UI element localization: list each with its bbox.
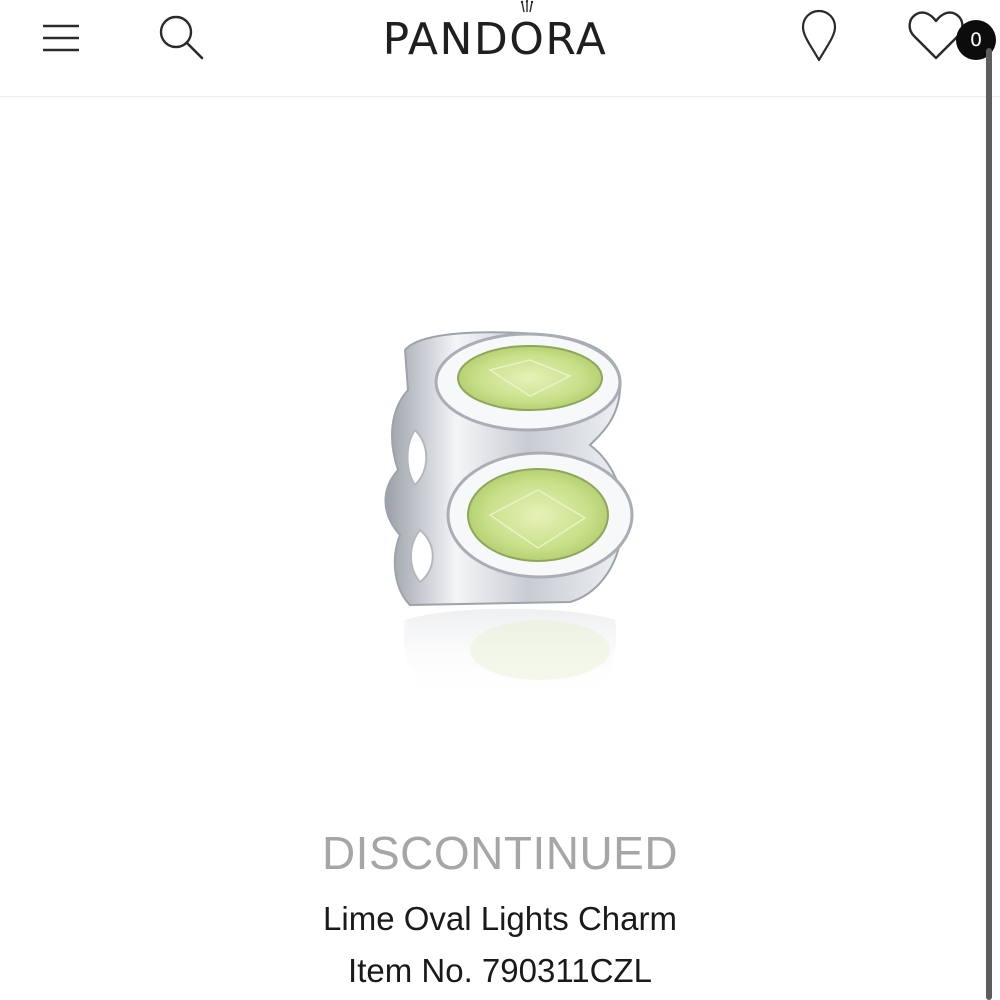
search-icon xyxy=(159,15,204,60)
location-pin-icon xyxy=(801,9,837,62)
store-locator-button[interactable] xyxy=(794,6,844,66)
wishlist-button[interactable]: 0 xyxy=(906,4,996,68)
crown-icon xyxy=(520,0,534,13)
hamburger-menu-icon xyxy=(43,24,79,52)
item-number: Item No. 790311CZL xyxy=(348,952,652,989)
product-image[interactable] xyxy=(360,320,650,720)
brand-name: PANDORA xyxy=(382,14,608,65)
brand-logo[interactable]: PANDORA xyxy=(340,6,650,62)
menu-button[interactable] xyxy=(34,14,88,62)
discontinued-label: DISCONTINUED xyxy=(321,827,679,879)
product-name: Lime Oval Lights Charm xyxy=(323,900,677,937)
search-button[interactable] xyxy=(152,10,210,64)
site-header: PANDORA 0 xyxy=(0,0,1000,97)
